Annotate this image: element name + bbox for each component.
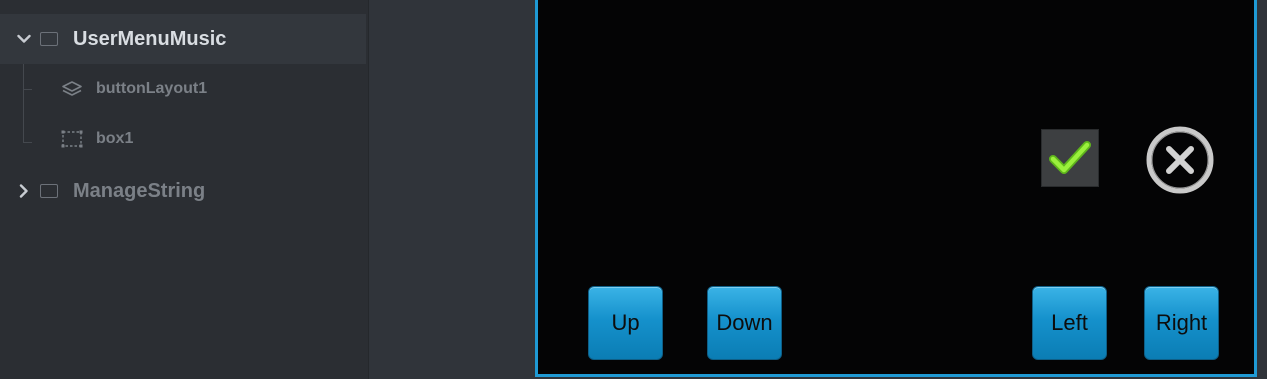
- confirm-button[interactable]: [1041, 129, 1099, 187]
- tree-item-label: box1: [96, 130, 134, 147]
- tree-item-label: UserMenuMusic: [73, 27, 227, 50]
- scene-tree-panel: UserMenuMusic buttonLayout1 box1 ManageS…: [0, 0, 369, 379]
- tree-item-box1[interactable]: box1: [0, 114, 366, 164]
- container-icon: [40, 32, 58, 46]
- box-select-icon: [61, 128, 83, 150]
- tree-item-label: ManageString: [73, 179, 206, 202]
- tree-item-label: buttonLayout1: [96, 80, 208, 97]
- preview-canvas[interactable]: Up Down Left Right: [535, 0, 1257, 377]
- tree-item-usermenumusic[interactable]: UserMenuMusic: [0, 14, 366, 64]
- checkmark-icon: [1049, 141, 1091, 174]
- container-icon: [40, 184, 58, 198]
- right-button[interactable]: Right: [1144, 286, 1219, 360]
- close-circle-icon[interactable]: [1145, 125, 1215, 195]
- chevron-down-icon[interactable]: [15, 30, 33, 48]
- left-button[interactable]: Left: [1032, 286, 1107, 360]
- tree-item-managestring[interactable]: ManageString: [0, 166, 366, 216]
- tree-item-buttonlayout1[interactable]: buttonLayout1: [0, 64, 366, 114]
- down-button[interactable]: Down: [707, 286, 782, 360]
- up-button[interactable]: Up: [588, 286, 663, 360]
- chevron-right-icon[interactable]: [15, 182, 33, 200]
- layers-icon: [61, 78, 83, 100]
